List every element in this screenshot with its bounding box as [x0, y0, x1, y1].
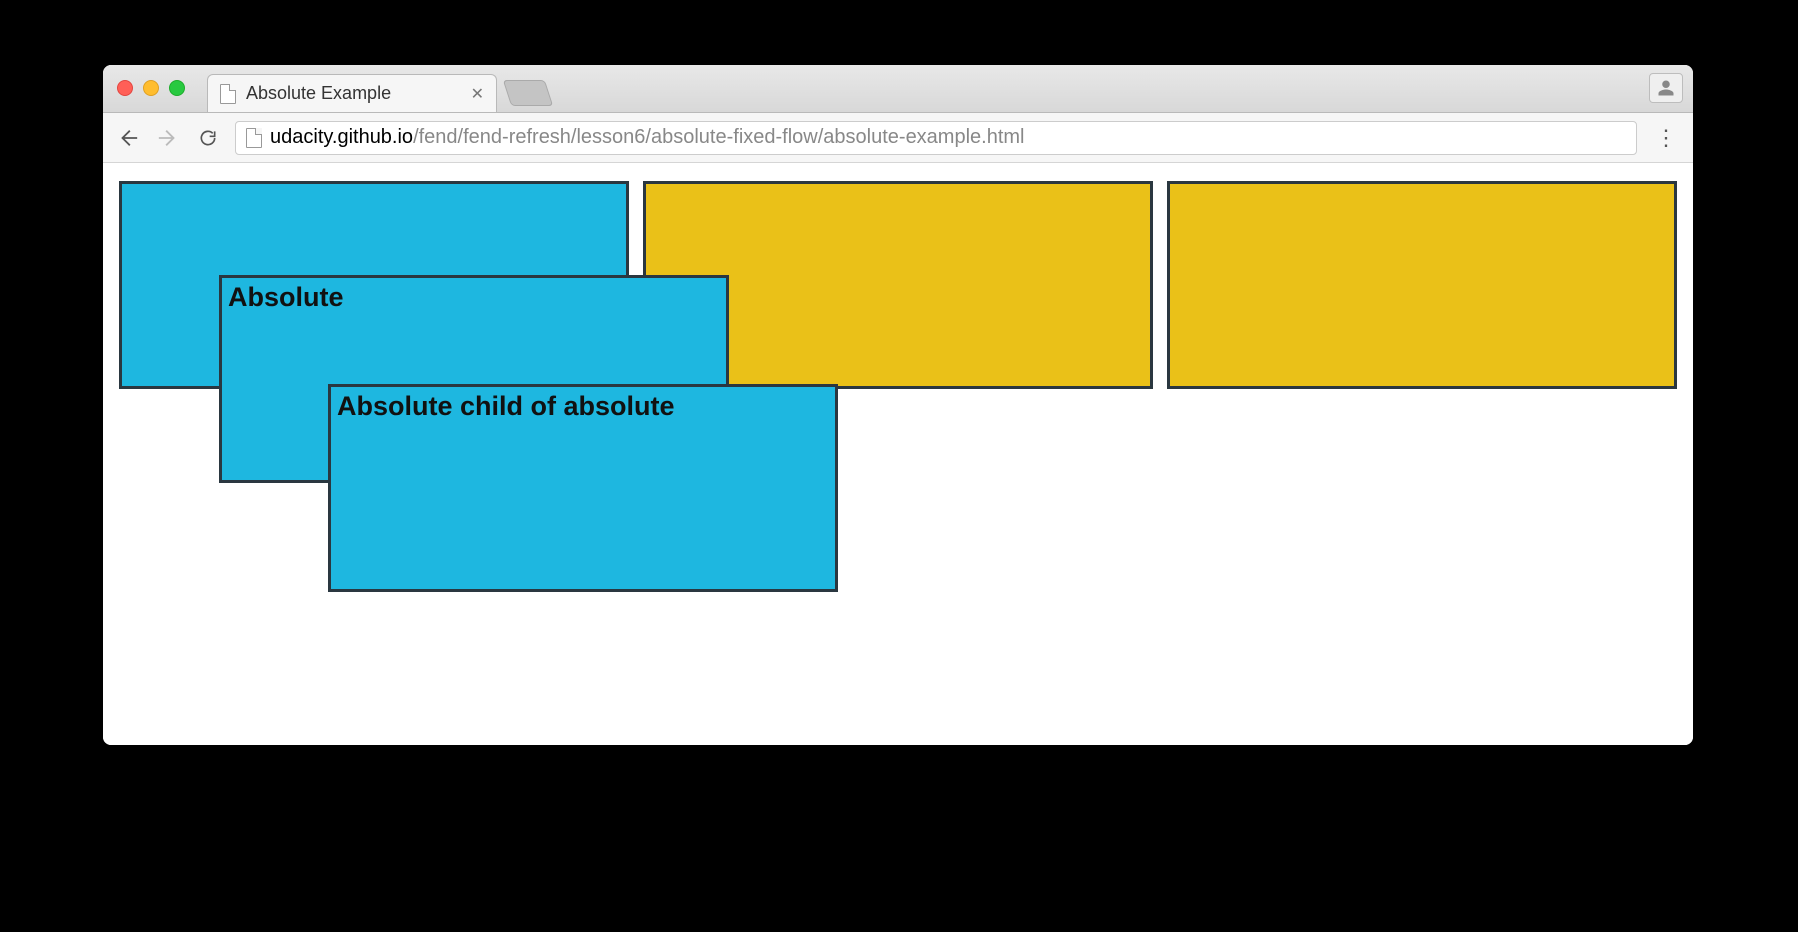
- browser-window: Absolute Example ✕ udacity.github.io/fen…: [103, 65, 1693, 745]
- absolute-child-box-label: Absolute child of absolute: [337, 391, 675, 421]
- absolute-box: Absolute Absolute child of absolute: [219, 275, 729, 483]
- url-host: udacity.github.io: [270, 126, 413, 148]
- url-text: udacity.github.io/fend/fend-refresh/less…: [270, 126, 1025, 149]
- new-tab-button[interactable]: [503, 80, 553, 106]
- close-tab-button[interactable]: ✕: [471, 84, 484, 104]
- maximize-window-button[interactable]: [169, 80, 185, 96]
- titlebar: Absolute Example ✕: [103, 65, 1693, 113]
- minimize-window-button[interactable]: [143, 80, 159, 96]
- window-controls: [117, 80, 185, 96]
- file-icon: [220, 84, 236, 104]
- browser-tab[interactable]: Absolute Example ✕: [207, 74, 497, 112]
- arrow-left-icon: [117, 127, 139, 149]
- tabstrip: Absolute Example ✕: [207, 65, 549, 112]
- absolute-child-box: Absolute child of absolute: [328, 384, 838, 592]
- chrome-menu-button[interactable]: ⋮: [1651, 125, 1681, 151]
- reload-button[interactable]: [195, 128, 221, 148]
- sibling-box-2: [1167, 181, 1677, 389]
- address-bar[interactable]: udacity.github.io/fend/fend-refresh/less…: [235, 121, 1637, 155]
- forward-button[interactable]: [155, 127, 181, 149]
- person-icon: [1657, 79, 1675, 97]
- profile-button[interactable]: [1649, 73, 1683, 103]
- file-icon: [246, 128, 262, 148]
- absolute-box-label: Absolute: [228, 282, 344, 312]
- kebab-icon: ⋮: [1655, 125, 1677, 150]
- back-button[interactable]: [115, 127, 141, 149]
- page-viewport: Absolute Absolute child of absolute: [103, 163, 1693, 745]
- arrow-right-icon: [157, 127, 179, 149]
- toolbar: udacity.github.io/fend/fend-refresh/less…: [103, 113, 1693, 163]
- tab-title: Absolute Example: [246, 83, 391, 104]
- url-path: /fend/fend-refresh/lesson6/absolute-fixe…: [413, 126, 1024, 148]
- close-window-button[interactable]: [117, 80, 133, 96]
- reload-icon: [198, 128, 218, 148]
